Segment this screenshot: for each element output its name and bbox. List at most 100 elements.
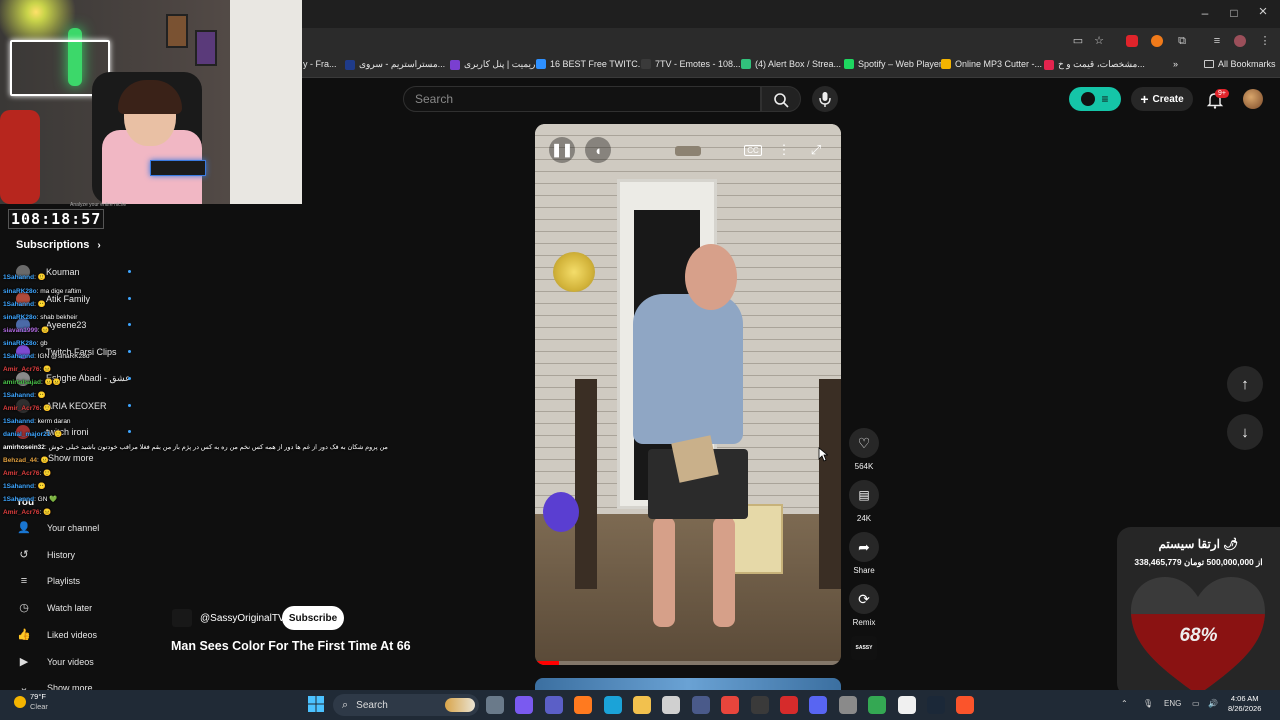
next-short-button[interactable]: ↓ <box>1227 414 1263 450</box>
you-item[interactable]: ↺ History <box>17 548 75 562</box>
chat-message: 1Sahannd: IGN @sinaRK28o <box>3 353 89 361</box>
you-item[interactable]: ◷ Watch later <box>17 601 92 615</box>
you-item[interactable]: 👍 Liked videos <box>17 628 97 642</box>
like-button[interactable]: ♡ <box>849 428 879 458</box>
video-title[interactable]: Man Sees Color For The First Time At 66 <box>171 639 411 653</box>
bookmark-item[interactable]: 7TV - Emotes - 108... <box>641 59 741 69</box>
bookmark-label: Online MP3 Cutter -... <box>955 59 1043 69</box>
share-button[interactable]: ➦ <box>849 532 879 562</box>
you-item[interactable]: ≡ Playlists <box>17 574 80 588</box>
fullscreen-button[interactable]: ⤢ <box>803 137 829 163</box>
volume-button[interactable]: ◖ <box>585 137 611 163</box>
pause-button[interactable]: ❚❚ <box>549 137 575 163</box>
explorer-icon[interactable] <box>633 696 651 714</box>
chat-message: 1Sahannd: 😶 <box>3 483 46 491</box>
bookmark-item[interactable]: مشخصات، قیمت و خ... <box>1044 59 1145 70</box>
capcut-icon[interactable] <box>897 696 916 714</box>
video-progress-bar[interactable] <box>535 661 841 665</box>
firefox-icon[interactable] <box>574 696 593 714</box>
chat-text: : IGN @sinaRK28o <box>34 353 90 360</box>
task-view-icon[interactable] <box>486 696 504 714</box>
bookmark-item[interactable]: ریمیت | پنل کاربری <box>450 59 535 70</box>
more-options-button[interactable]: ⋮ <box>771 137 797 163</box>
you-item[interactable]: ▶ Your videos <box>17 655 94 669</box>
app-icon[interactable] <box>691 696 710 714</box>
chrome-alt-icon[interactable] <box>868 696 887 714</box>
subscribe-button[interactable]: Subscribe <box>282 606 344 630</box>
chat-username: danial_major21 <box>3 431 51 438</box>
brave-icon[interactable] <box>956 696 975 714</box>
channel-name[interactable]: @SassyOriginalTV <box>200 613 285 624</box>
extension-icon[interactable] <box>1126 35 1138 47</box>
bookmark-label: مشخصات، قیمت و خ... <box>1058 59 1145 69</box>
minimize-button[interactable]: – <box>1195 6 1215 20</box>
search-button[interactable] <box>761 86 801 112</box>
discord-icon[interactable] <box>809 696 828 714</box>
subscription-name: ARIA KEOXER <box>46 400 107 411</box>
show-more-subscriptions[interactable]: Show more <box>48 453 94 463</box>
weather-widget[interactable]: 79°F Clear <box>14 692 48 712</box>
extension-toggle-button[interactable]: ≡ <box>1069 87 1121 111</box>
bookmarks-overflow-icon[interactable]: » <box>1173 59 1178 69</box>
bookmark-item[interactable]: مستراستریم - سروی... <box>345 59 445 70</box>
steam-icon[interactable] <box>927 696 945 714</box>
language-indicator[interactable]: ENG <box>1164 699 1181 708</box>
comments-button[interactable]: ▤ <box>849 480 879 510</box>
extension-icon[interactable] <box>1151 35 1163 47</box>
create-button[interactable]: + Create <box>1131 87 1193 111</box>
you-item-label: History <box>47 549 76 560</box>
playlists-icon: ≡ <box>20 575 28 588</box>
extensions-puzzle-icon[interactable]: ⧉ <box>1175 34 1189 48</box>
obs-icon[interactable] <box>750 696 769 714</box>
cast-icon[interactable]: ▭ <box>1071 34 1085 48</box>
profile-icon[interactable] <box>1234 35 1246 47</box>
share-action: ➦ <box>849 532 879 562</box>
you-item[interactable]: 👤 Your channel <box>17 521 99 535</box>
captions-button[interactable]: CC <box>740 137 766 163</box>
edge-icon[interactable] <box>603 696 622 714</box>
search-input[interactable] <box>404 87 760 111</box>
subscriptions-header[interactable]: Subscriptions › <box>16 239 101 251</box>
chat-text: : من پروم شکان به فک دور از غم ها دور از… <box>44 444 388 451</box>
bookmark-star-icon[interactable]: ☆ <box>1092 34 1106 48</box>
maximize-button[interactable]: □ <box>1224 6 1244 20</box>
start-button[interactable] <box>306 694 326 714</box>
all-bookmarks[interactable]: All Bookmarks <box>1204 59 1276 69</box>
you-item-label: Watch later <box>47 603 93 614</box>
you-item-label: Liked videos <box>47 629 98 640</box>
settings-icon[interactable] <box>838 696 857 714</box>
tray-overflow-icon[interactable]: ⌃ <box>1121 699 1128 708</box>
taskbar-clock[interactable]: 4:06 AM 8/26/2026 <box>1228 694 1261 714</box>
account-avatar[interactable] <box>1243 89 1263 109</box>
bookmark-item[interactable]: (4) Alert Box / Strea... <box>741 59 841 69</box>
mouse-cursor-icon <box>818 447 828 462</box>
chrome-icon[interactable] <box>721 696 740 714</box>
clock-icon: ◷ <box>19 602 29 615</box>
store-icon[interactable] <box>662 696 681 714</box>
plus-icon: + <box>1140 91 1149 107</box>
microphone-tray-icon[interactable]: 🎙 <box>1143 699 1153 708</box>
channel-avatar[interactable] <box>172 609 192 627</box>
channel-logo[interactable]: SASSY <box>851 636 877 660</box>
media-controls-icon[interactable]: ≡ <box>1210 34 1224 48</box>
previous-short-button[interactable]: ↑ <box>1227 366 1263 402</box>
remix-button[interactable]: ⟳ <box>849 584 879 614</box>
menu-kebab-icon[interactable]: ⋮ <box>1258 34 1272 48</box>
teams-icon[interactable] <box>544 696 563 714</box>
folder-icon <box>1204 60 1214 68</box>
short-video-player[interactable]: ❚❚ ◖ CC ⋮ ⤢ <box>535 124 841 665</box>
bookmark-item[interactable]: y - Fra... <box>303 59 337 69</box>
network-icon[interactable]: ▭ <box>1192 699 1200 708</box>
video-frame <box>553 252 595 292</box>
bookmark-item[interactable]: Online MP3 Cutter -... <box>941 59 1042 69</box>
voice-search-button[interactable] <box>812 86 838 112</box>
close-window-button[interactable]: × <box>1253 3 1273 20</box>
vivaldi-icon[interactable] <box>780 696 798 714</box>
volume-tray-icon[interactable]: 🔊 <box>1208 699 1218 708</box>
bookmark-item[interactable]: Spotify – Web Player <box>844 59 942 69</box>
bookmark-item[interactable]: 16 BEST Free TWITC... <box>536 59 645 69</box>
copilot-icon[interactable] <box>515 696 534 714</box>
bookmark-label: y - Fra... <box>303 59 337 69</box>
taskbar-search[interactable]: ⌕ Search <box>333 694 479 716</box>
next-short-preview[interactable] <box>535 678 841 690</box>
